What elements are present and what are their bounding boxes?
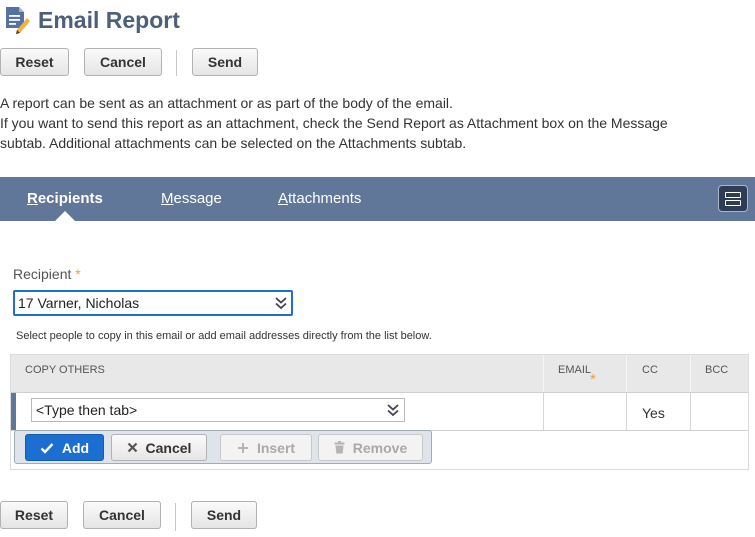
reset-button[interactable]: Reset — [0, 48, 69, 76]
tab-accel-key: R — [27, 190, 38, 207]
current-row-marker — [11, 393, 16, 430]
column-header-bcc: BCC — [705, 364, 729, 376]
toolbar-divider — [176, 50, 177, 76]
toolbar-divider — [175, 503, 176, 531]
subtab-bar: Recipients Message Attachments — [0, 177, 755, 221]
copy-hint-text: Select people to copy in this email or a… — [16, 330, 432, 342]
checkmark-icon — [40, 442, 54, 454]
recipient-label-text: Recipient — [13, 266, 72, 282]
remove-row-button[interactable]: Remove — [318, 434, 423, 461]
recipient-select[interactable]: 17 Varner, Nicholas — [13, 290, 293, 316]
description-line: If you want to send this report as an at… — [0, 115, 668, 131]
dropdown-arrows-icon[interactable] — [275, 296, 287, 310]
cancel-row-button[interactable]: Cancel — [111, 434, 207, 461]
copy-others-placeholder: <Type then tab> — [36, 402, 138, 418]
description-line: A report can be sent as an attachment or… — [0, 95, 453, 111]
menu-bar-icon — [725, 200, 741, 206]
column-divider — [626, 393, 627, 430]
tab-label: essage — [173, 190, 222, 207]
page-title: Email Report — [38, 7, 180, 33]
plus-icon — [237, 442, 248, 453]
column-header-email: EMAIL — [558, 364, 592, 376]
description: A report can be sent as an attachment or… — [0, 93, 750, 153]
menu-bar-icon — [725, 192, 741, 198]
required-asterisk: * — [590, 371, 596, 388]
column-header-copy-others: COPY OTHERS — [25, 364, 105, 376]
column-divider — [690, 355, 691, 392]
copy-others-table: COPY OTHERS EMAIL * CC BCC <Type then ta… — [10, 354, 749, 470]
copy-others-input[interactable]: <Type then tab> — [31, 398, 405, 422]
insert-row-button[interactable]: Insert — [220, 434, 312, 461]
recipient-value: 17 Varner, Nicholas — [18, 295, 140, 311]
table-row[interactable]: <Type then tab> Yes — [11, 393, 748, 431]
tab-label: ttachments — [288, 190, 362, 207]
column-divider — [543, 355, 544, 392]
trash-icon — [334, 441, 345, 454]
tab-attachments[interactable]: Attachments — [278, 190, 361, 207]
required-asterisk: * — [75, 266, 81, 282]
table-header: COPY OTHERS EMAIL * CC BCC — [11, 355, 748, 393]
tab-menu-button[interactable] — [718, 185, 748, 212]
cancel-button-bottom[interactable]: Cancel — [83, 501, 161, 529]
send-button[interactable]: Send — [192, 48, 258, 76]
column-divider — [690, 393, 691, 430]
recipient-label: Recipient * — [13, 266, 81, 282]
cancel-label: Cancel — [145, 439, 192, 456]
send-button-bottom[interactable]: Send — [191, 501, 257, 529]
column-divider — [543, 393, 544, 430]
tab-recipients[interactable]: Recipients — [27, 190, 103, 207]
add-label: Add — [61, 439, 90, 456]
row-action-bar: Add Cancel Insert Remove — [14, 430, 432, 464]
tab-accel-key: A — [278, 190, 289, 207]
tab-label: ecipients — [37, 190, 103, 207]
reset-button-bottom[interactable]: Reset — [0, 501, 68, 529]
document-edit-icon — [3, 6, 31, 34]
insert-label: Insert — [256, 439, 296, 456]
dropdown-arrows-icon[interactable] — [387, 403, 399, 417]
column-header-cc: CC — [642, 364, 658, 376]
close-icon — [127, 442, 137, 453]
column-divider — [626, 355, 627, 392]
active-tab-pointer — [55, 211, 75, 221]
tab-accel-key: M — [161, 190, 174, 207]
add-row-button[interactable]: Add — [25, 434, 104, 461]
tab-message[interactable]: Message — [161, 190, 222, 207]
cc-cell[interactable]: Yes — [642, 405, 665, 421]
remove-label: Remove — [352, 439, 408, 456]
description-line: subtab. Additional attachments can be se… — [0, 135, 467, 151]
cancel-button[interactable]: Cancel — [84, 48, 162, 76]
